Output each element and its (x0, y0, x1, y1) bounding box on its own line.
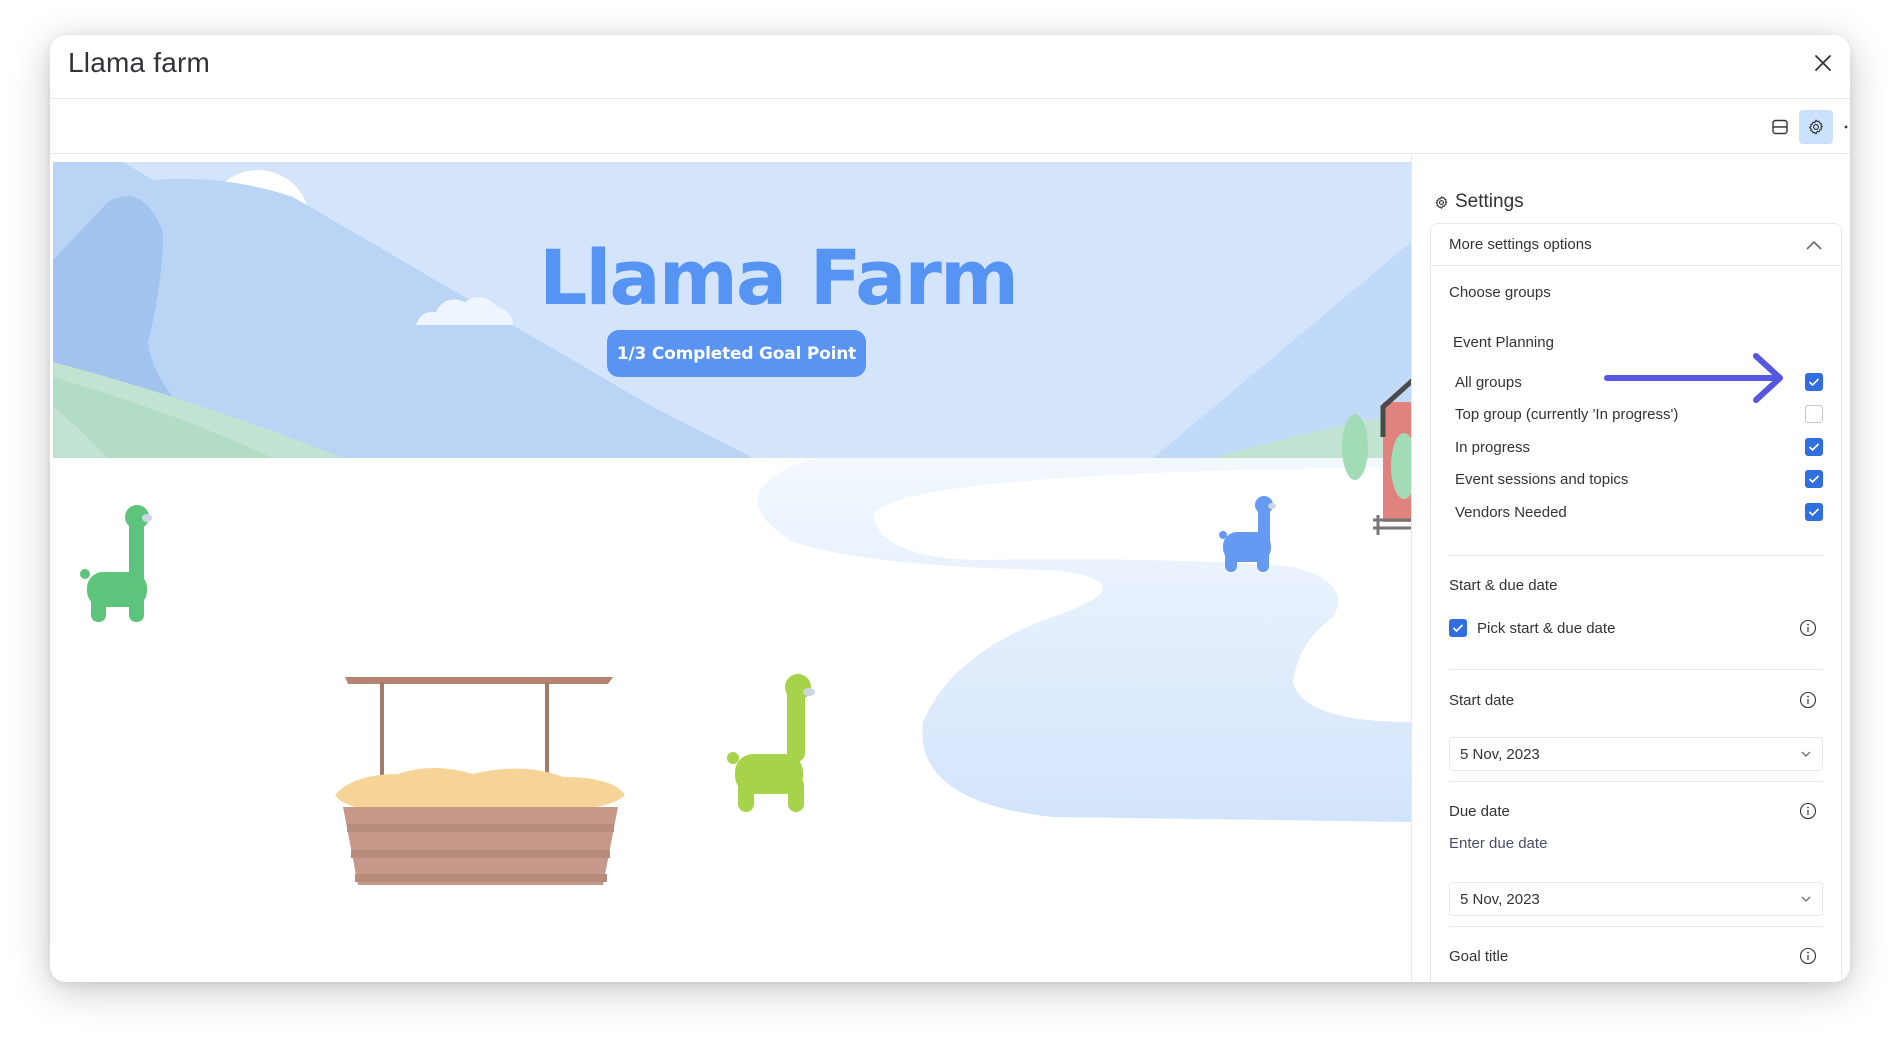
more-settings-label: More settings options (1449, 236, 1592, 253)
divider (1449, 926, 1823, 927)
checkbox-vendors-needed[interactable] (1805, 503, 1823, 521)
settings-panel: Settings More settings options Choose gr… (1411, 155, 1850, 982)
check-icon (1808, 475, 1820, 484)
more-options-button[interactable] (1835, 110, 1850, 144)
settings-title: Settings (1455, 191, 1524, 212)
more-settings-toggle[interactable]: More settings options (1431, 224, 1841, 266)
check-icon (1808, 508, 1820, 517)
chevron-down-icon (1801, 896, 1811, 902)
gear-icon (1435, 195, 1448, 209)
scene-title: Llama Farm (538, 233, 1019, 322)
close-button[interactable] (1808, 48, 1838, 78)
start-due-section-label: Start & due date (1449, 577, 1558, 594)
chevron-up-icon (1806, 240, 1822, 250)
window-header: Llama farm (50, 35, 1850, 99)
tree (1342, 414, 1368, 480)
check-icon (1452, 624, 1464, 633)
group-option[interactable]: Event sessions and topics (1455, 469, 1823, 489)
due-date-dropdown[interactable]: 5 Nov, 2023 (1449, 882, 1823, 916)
info-icon[interactable] (1799, 947, 1817, 965)
info-icon[interactable] (1799, 691, 1817, 709)
more-settings-card: More settings options Choose groups Even… (1430, 223, 1842, 982)
info-icon[interactable] (1799, 619, 1817, 637)
modal-window: Llama farm Llama Farm 1/3 Completed Goal… (50, 35, 1850, 982)
choose-groups-label: Choose groups (1449, 284, 1551, 301)
window-title: Llama farm (68, 47, 211, 78)
divider (1449, 555, 1823, 556)
start-date-label: Start date (1449, 689, 1823, 711)
toolbar (50, 100, 1850, 154)
group-option[interactable]: Top group (currently 'In progress') (1455, 404, 1823, 424)
group-option[interactable]: In progress (1455, 437, 1823, 457)
settings-header: Settings (1434, 191, 1524, 213)
layout-toggle-button[interactable] (1763, 110, 1797, 144)
info-icon[interactable] (1799, 802, 1817, 820)
due-date-label: Due date (1449, 800, 1823, 822)
more-horizontal-icon (1844, 125, 1848, 129)
checkbox-top-group[interactable] (1805, 405, 1823, 423)
checkbox-all-groups[interactable] (1805, 373, 1823, 391)
checkbox-pick-dates[interactable] (1449, 619, 1467, 637)
start-date-dropdown[interactable]: 5 Nov, 2023 (1449, 737, 1823, 771)
divider (1449, 781, 1823, 782)
goal-title-label: Goal title (1449, 945, 1823, 967)
due-date-hint: Enter due date (1449, 835, 1548, 852)
group-option[interactable]: Vendors Needed (1455, 502, 1823, 522)
group-option[interactable]: All groups (1455, 372, 1823, 392)
board-name: Event Planning (1453, 334, 1554, 351)
settings-button[interactable] (1799, 110, 1833, 144)
pick-dates-option[interactable]: Pick start & due date (1449, 617, 1823, 639)
check-icon (1808, 378, 1820, 387)
gear-icon (1809, 119, 1823, 135)
divider (1449, 669, 1823, 670)
checkbox-event-sessions[interactable] (1805, 470, 1823, 488)
goal-scene: Llama Farm 1/3 Completed Goal Point (53, 162, 1411, 982)
layout-split-icon (1772, 119, 1788, 135)
check-icon (1808, 443, 1820, 452)
chevron-down-icon (1801, 751, 1811, 757)
goal-progress-badge: 1/3 Completed Goal Point (607, 330, 866, 377)
close-icon (1815, 55, 1831, 71)
checkbox-in-progress[interactable] (1805, 438, 1823, 456)
